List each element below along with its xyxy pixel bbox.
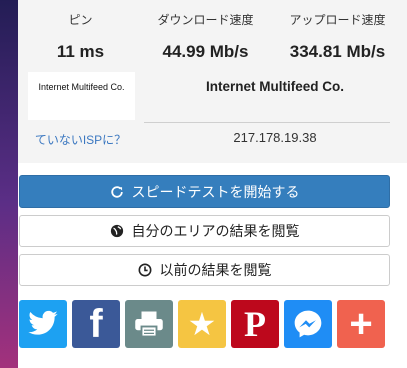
messenger-share-button[interactable] — [284, 300, 332, 348]
background-strip — [0, 0, 18, 368]
upload-label: アップロード速度 — [289, 13, 386, 27]
start-speedtest-label: スピードテストを開始する — [131, 183, 300, 200]
messenger-icon — [292, 308, 324, 340]
pinterest-p-icon: P — [244, 304, 266, 344]
divider — [144, 122, 390, 123]
past-results-button[interactable]: 以前の結果を閲覧 — [19, 254, 390, 286]
favorite-button[interactable]: ★ — [178, 300, 226, 348]
twitter-bird-icon — [27, 310, 59, 338]
download-value: 44.99 Mb/s — [162, 42, 249, 61]
clock-icon — [138, 263, 152, 277]
upload-value: 334.81 Mb/s — [289, 42, 386, 61]
start-speedtest-button[interactable]: スピードテストを開始する — [19, 175, 390, 208]
twitter-share-button[interactable] — [19, 300, 67, 348]
past-results-label: 以前の結果を閲覧 — [159, 262, 272, 278]
facebook-share-button[interactable]: f — [72, 300, 120, 348]
facebook-f-icon: f — [89, 301, 103, 346]
results-card: ピン ダウンロード速度 アップロード速度 11 ms 44.99 Mb/s 33… — [18, 0, 407, 163]
star-icon: ★ — [187, 306, 217, 342]
more-share-button[interactable]: + — [337, 300, 385, 348]
area-results-label: 自分のエリアの結果を閲覧 — [131, 223, 300, 239]
isp-name: Internet Multifeed Co. — [206, 79, 344, 94]
ping-label: ピン — [68, 13, 93, 27]
not-your-isp-link[interactable]: ていないISPに？ — [18, 131, 143, 148]
pinterest-share-button[interactable]: P — [231, 300, 279, 348]
area-results-button[interactable]: 自分のエリアの結果を閲覧 — [19, 215, 390, 247]
printer-icon — [134, 310, 164, 338]
globe-icon — [110, 224, 124, 238]
isp-logo: Internet Multifeed Co. — [28, 72, 135, 120]
download-label: ダウンロード速度 — [157, 13, 254, 27]
plus-icon: + — [349, 301, 373, 346]
print-button[interactable] — [125, 300, 173, 348]
refresh-icon — [110, 185, 124, 199]
speedtest-panel: ピン ダウンロード速度 アップロード速度 11 ms 44.99 Mb/s 33… — [18, 0, 407, 368]
ping-value: 11 ms — [56, 42, 105, 61]
ip-address: 217.178.19.38 — [233, 130, 317, 145]
